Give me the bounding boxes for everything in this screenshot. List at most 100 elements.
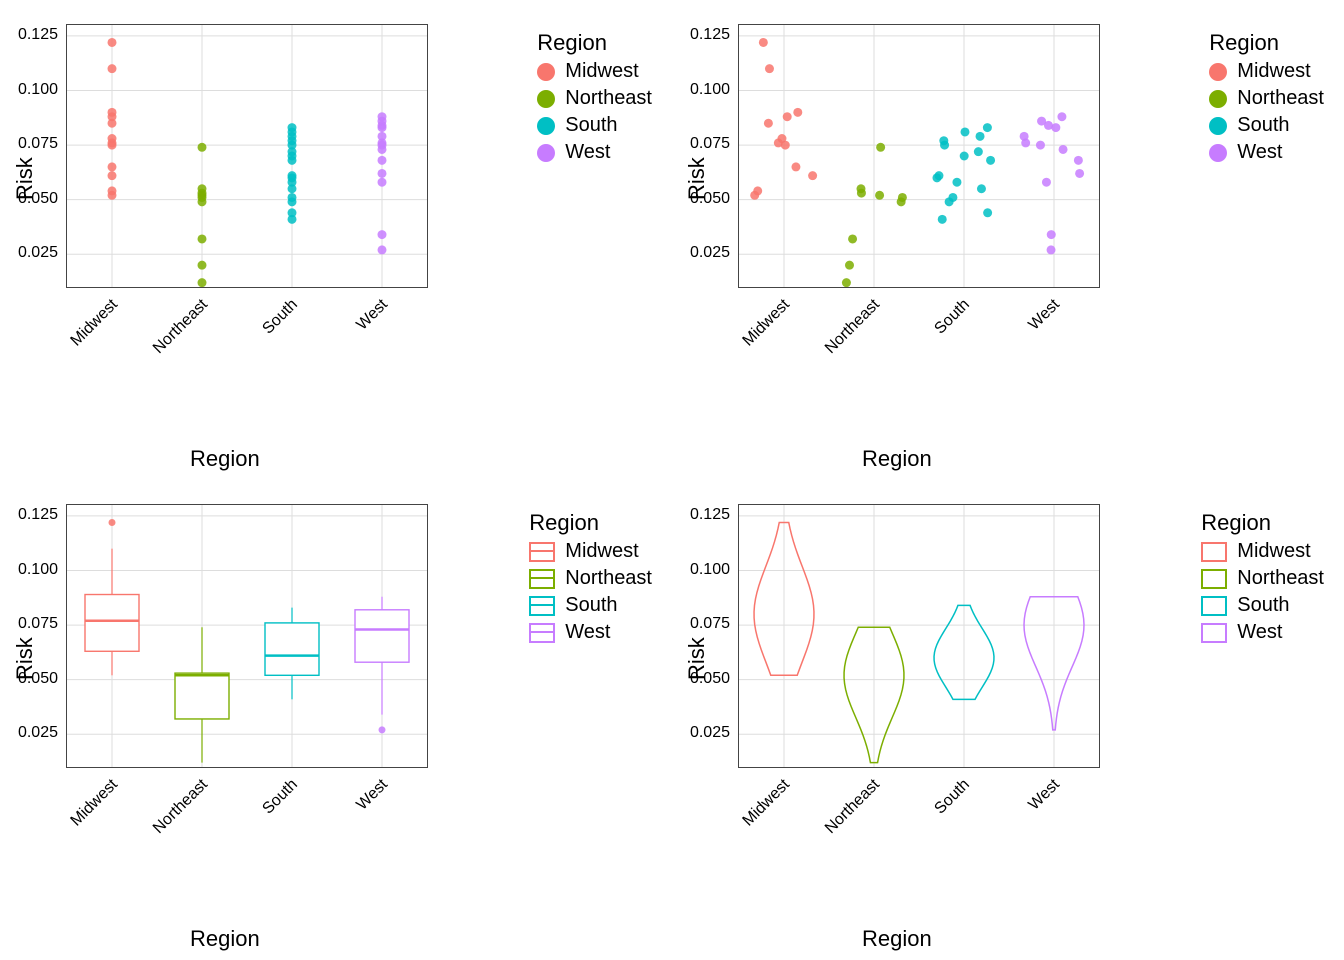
y-tick-label: 0.100: [18, 561, 58, 579]
legend-label: Midwest: [565, 540, 638, 563]
legend-item: West: [529, 621, 652, 644]
legend-swatch: [537, 144, 555, 162]
x-tick-label: South: [289, 296, 302, 309]
y-tick-label: 0.125: [18, 26, 58, 44]
x-axis-title: Region: [190, 926, 260, 952]
legend-label: West: [1237, 141, 1282, 164]
x-axis-title: Region: [862, 446, 932, 472]
legend-swatch: [529, 569, 555, 589]
x-tick-label: West: [1051, 776, 1064, 789]
y-tick-label: 0.050: [18, 670, 58, 688]
legend-swatch: [1201, 542, 1227, 562]
legend-label: West: [565, 141, 610, 164]
panel-strip: Risk Region MidwestNortheastSouthWest 0.…: [0, 0, 672, 480]
legend-entries: MidwestNortheastSouthWest: [1201, 540, 1324, 644]
y-tick-label: 0.025: [18, 724, 58, 742]
y-tick-label: 0.050: [690, 670, 730, 688]
legend-label: Northeast: [1237, 567, 1324, 590]
legend-item: Midwest: [529, 540, 652, 563]
violin-plot-svg: [739, 505, 1099, 767]
x-tick-label: Midwest: [781, 776, 794, 789]
legend-item: South: [529, 594, 652, 617]
legend-swatch: [537, 63, 555, 81]
panel-jitter: Risk Region MidwestNortheastSouthWest 0.…: [672, 0, 1344, 480]
legend-swatch: [1209, 144, 1227, 162]
y-tick-labels: 0.025 0.050 0.075 0.100 0.125: [0, 504, 62, 766]
legend-label: Midwest: [565, 60, 638, 83]
x-axis-title: Region: [862, 926, 932, 952]
legend-entries: MidwestNortheastSouthWest: [537, 60, 652, 164]
x-tick-label: West: [1051, 296, 1064, 309]
x-tick-label: South: [289, 776, 302, 789]
legend-item: Midwest: [537, 60, 652, 83]
x-tick-label: Northeast: [871, 296, 884, 309]
legend-title: Region: [1209, 30, 1324, 56]
y-tick-label: 0.025: [690, 244, 730, 262]
legend-label: Midwest: [1237, 540, 1310, 563]
y-tick-label: 0.050: [18, 190, 58, 208]
legend-item: Northeast: [1201, 567, 1324, 590]
y-tick-label: 0.125: [690, 26, 730, 44]
x-tick-label: Northeast: [199, 296, 212, 309]
y-tick-label: 0.075: [690, 615, 730, 633]
legend-title: Region: [529, 510, 652, 536]
plot-area: [66, 24, 428, 288]
x-categories: MidwestNortheastSouthWest: [66, 772, 426, 862]
legend-label: Northeast: [1237, 87, 1324, 110]
x-tick-label: Midwest: [781, 296, 794, 309]
x-tick-label: South: [961, 296, 974, 309]
x-categories: Midwest Northeast South West: [66, 292, 426, 382]
y-tick-label: 0.075: [18, 615, 58, 633]
panel-violin: Risk Region MidwestNortheastSouthWest 0.…: [672, 480, 1344, 960]
legend-swatch: [537, 90, 555, 108]
legend-swatch: [1209, 117, 1227, 135]
y-tick-labels: 0.025 0.050 0.075 0.100 0.125: [672, 24, 734, 286]
y-tick-labels: 0.0250.0500.0750.1000.125: [672, 504, 734, 766]
legend-label: West: [565, 621, 610, 644]
legend-swatch: [1201, 569, 1227, 589]
legend-item: Northeast: [529, 567, 652, 590]
y-tick-label: 0.025: [690, 724, 730, 742]
strip-plot-svg: [67, 25, 427, 287]
legend-label: West: [1237, 621, 1282, 644]
legend-title: Region: [537, 30, 652, 56]
y-tick-label: 0.100: [690, 561, 730, 579]
legend-swatch: [529, 542, 555, 562]
x-tick-label: South: [961, 776, 974, 789]
y-tick-label: 0.100: [690, 81, 730, 99]
x-tick-label: Northeast: [199, 776, 212, 789]
plot-area: [738, 24, 1100, 288]
y-tick-label: 0.075: [18, 135, 58, 153]
y-tick-label: 0.100: [18, 81, 58, 99]
plot-area: [738, 504, 1100, 768]
legend-label: South: [1237, 114, 1289, 137]
y-tick-label: 0.025: [18, 244, 58, 262]
chart-grid: Risk Region MidwestNortheastSouthWest 0.…: [0, 0, 1344, 960]
legend-item: Northeast: [537, 87, 652, 110]
legend-entries: MidwestNortheastSouthWest: [1209, 60, 1324, 164]
y-tick-label: 0.125: [18, 506, 58, 524]
legend-item: South: [1209, 114, 1324, 137]
legend-item: West: [537, 141, 652, 164]
y-tick-label: 0.050: [690, 190, 730, 208]
x-tick-label: West: [379, 296, 392, 309]
y-tick-label: 0.075: [690, 135, 730, 153]
jitter-plot-svg: [739, 25, 1099, 287]
panel-box: Risk Region MidwestNortheastSouthWest 0.…: [0, 480, 672, 960]
x-tick-label: Midwest: [109, 296, 122, 309]
legend-swatch: [1201, 596, 1227, 616]
legend-title: Region: [1201, 510, 1324, 536]
legend: Region Midwest Northeast South West: [529, 510, 652, 648]
box-plot-svg: [67, 505, 427, 767]
legend: Region MidwestNortheastSouthWest: [537, 30, 652, 168]
legend-entries: Midwest Northeast South West: [529, 540, 652, 644]
legend-swatch: [1209, 63, 1227, 81]
x-tick-label: Northeast: [871, 776, 884, 789]
plot-area: [66, 504, 428, 768]
legend-item: Northeast: [1209, 87, 1324, 110]
legend-item: Midwest: [1201, 540, 1324, 563]
legend: Region MidwestNortheastSouthWest: [1201, 510, 1324, 648]
y-tick-labels: 0.025 0.050 0.075 0.100 0.125: [0, 24, 62, 286]
legend-item: West: [1209, 141, 1324, 164]
legend-swatch: [529, 596, 555, 616]
